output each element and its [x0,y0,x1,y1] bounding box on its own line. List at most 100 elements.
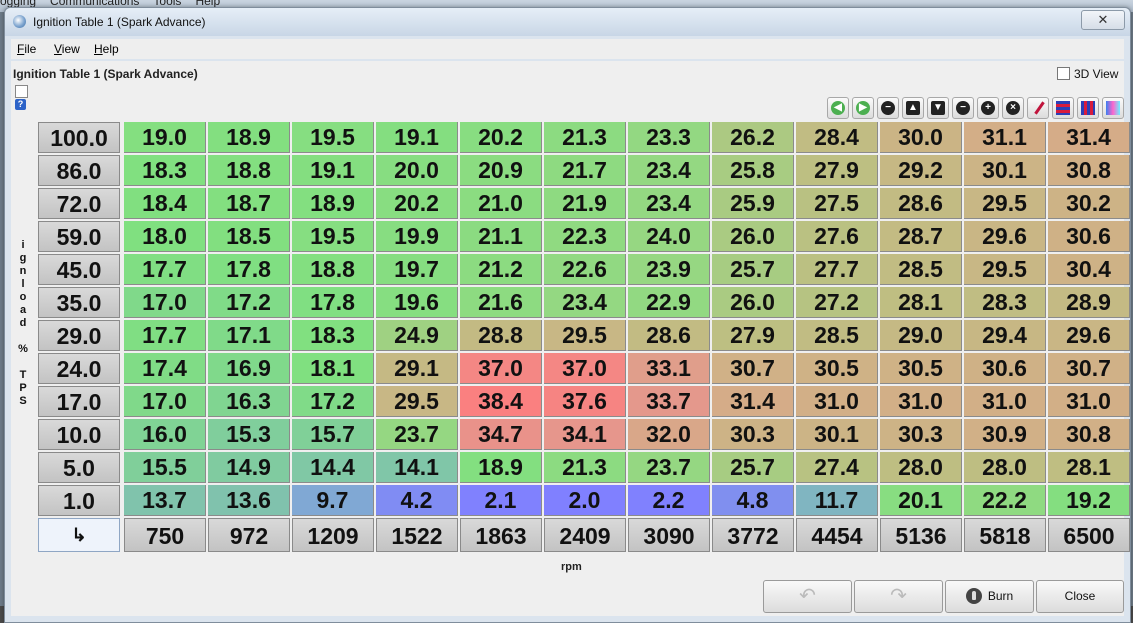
table-cell[interactable]: 28.0 [880,452,962,483]
table-cell[interactable]: 20.2 [376,188,458,219]
table-cell[interactable]: 26.0 [712,287,794,318]
table-cell[interactable]: 30.4 [1048,254,1130,285]
table-cell[interactable]: 28.4 [796,122,878,153]
table-cell[interactable]: 18.1 [292,353,374,384]
table-cell[interactable]: 21.7 [544,155,626,186]
table-cell[interactable]: 28.5 [796,320,878,351]
table-cell[interactable]: 30.2 [1048,188,1130,219]
table-cell[interactable]: 30.9 [964,419,1046,450]
table-cell[interactable]: 34.1 [544,419,626,450]
table-cell[interactable]: 28.8 [460,320,542,351]
table-cell[interactable]: 30.3 [712,419,794,450]
table-cell[interactable]: 13.7 [124,485,206,516]
table-cell[interactable]: 14.1 [376,452,458,483]
table-cell[interactable]: 18.8 [208,155,290,186]
table-cell[interactable]: 30.7 [1048,353,1130,384]
table-cell[interactable]: 37.0 [460,353,542,384]
table-cell[interactable]: 28.5 [880,254,962,285]
table-cell[interactable]: 18.9 [292,188,374,219]
table-cell[interactable]: 17.2 [208,287,290,318]
table-cell[interactable]: 30.5 [796,353,878,384]
table-cell[interactable]: 28.1 [880,287,962,318]
table-cell[interactable]: 26.2 [712,122,794,153]
redo-button[interactable]: ↷ [854,580,943,613]
table-cell[interactable]: 27.6 [796,221,878,252]
table-cell[interactable]: 29.6 [964,221,1046,252]
table-cell[interactable]: 4.2 [376,485,458,516]
table-cell[interactable]: 27.7 [796,254,878,285]
close-circle-button[interactable]: × [1002,97,1024,119]
table-cell[interactable]: 27.2 [796,287,878,318]
table-cell[interactable]: 30.3 [880,419,962,450]
table-cell[interactable]: 28.1 [1048,452,1130,483]
table-cell[interactable]: 21.0 [460,188,542,219]
table-cell[interactable]: 18.4 [124,188,206,219]
table-cell[interactable]: 33.7 [628,386,710,417]
table-cell[interactable]: 17.7 [124,320,206,351]
table-cell[interactable]: 16.9 [208,353,290,384]
table-cell[interactable]: 19.7 [376,254,458,285]
table-cell[interactable]: 33.1 [628,353,710,384]
table-cell[interactable]: 23.4 [544,287,626,318]
menu-file[interactable]: File [17,42,36,56]
color-gradient-button[interactable] [1102,97,1124,119]
plus-button[interactable]: + [977,97,999,119]
table-cell[interactable]: 19.5 [292,122,374,153]
menu-help[interactable]: Help [94,42,119,56]
arrow-left-button[interactable]: ◀ [827,97,849,119]
table-cell[interactable]: 4.8 [712,485,794,516]
table-cell[interactable]: 19.0 [124,122,206,153]
table-cell[interactable]: 29.2 [880,155,962,186]
table-cell[interactable]: 23.4 [628,155,710,186]
table-cell[interactable]: 23.7 [376,419,458,450]
table-cell[interactable]: 19.6 [376,287,458,318]
table-cell[interactable]: 24.0 [628,221,710,252]
table-cell[interactable]: 30.5 [880,353,962,384]
arrow-up-button[interactable]: ▲ [902,97,924,119]
table-cell[interactable]: 9.7 [292,485,374,516]
table-cell[interactable]: 23.4 [628,188,710,219]
table-cell[interactable]: 25.7 [712,254,794,285]
table-cell[interactable]: 21.3 [544,122,626,153]
table-cell[interactable]: 17.0 [124,386,206,417]
table-cell[interactable]: 2.1 [460,485,542,516]
table-cell[interactable]: 23.3 [628,122,710,153]
table-cell[interactable]: 30.0 [880,122,962,153]
table-cell[interactable]: 31.0 [796,386,878,417]
table-cell[interactable]: 31.0 [964,386,1046,417]
table-cell[interactable]: 31.4 [1048,122,1130,153]
notes-icon[interactable] [15,85,28,98]
table-cell[interactable]: 27.9 [796,155,878,186]
table-cell[interactable]: 22.9 [628,287,710,318]
minus-button[interactable]: − [952,97,974,119]
table-cell[interactable]: 28.6 [628,320,710,351]
table-cell[interactable]: 31.0 [880,386,962,417]
table-cell[interactable]: 20.2 [460,122,542,153]
table-cell[interactable]: 16.0 [124,419,206,450]
table-cell[interactable]: 29.6 [1048,320,1130,351]
table-cell[interactable]: 30.1 [796,419,878,450]
table-cell[interactable]: 17.4 [124,353,206,384]
table-cell[interactable]: 21.6 [460,287,542,318]
close-button[interactable]: Close [1036,580,1124,613]
table-cell[interactable]: 29.5 [964,188,1046,219]
table-cell[interactable]: 30.7 [712,353,794,384]
table-cell[interactable]: 22.2 [964,485,1046,516]
table-cell[interactable]: 14.4 [292,452,374,483]
table-cell[interactable]: 20.1 [880,485,962,516]
table-cell[interactable]: 14.9 [208,452,290,483]
table-cell[interactable]: 15.3 [208,419,290,450]
table-cell[interactable]: 18.3 [124,155,206,186]
table-cell[interactable]: 18.0 [124,221,206,252]
table-cell[interactable]: 23.7 [628,452,710,483]
view3d-checkbox[interactable]: 3D View [1057,67,1118,81]
arrow-right-button[interactable]: ▶ [852,97,874,119]
table-cell[interactable]: 18.5 [208,221,290,252]
table-cell[interactable]: 31.1 [964,122,1046,153]
table-cell[interactable]: 23.9 [628,254,710,285]
table-cell[interactable]: 27.4 [796,452,878,483]
horizontal-lines-button[interactable] [1052,97,1074,119]
table-cell[interactable]: 29.5 [376,386,458,417]
table-cell[interactable]: 29.5 [544,320,626,351]
table-cell[interactable]: 18.7 [208,188,290,219]
